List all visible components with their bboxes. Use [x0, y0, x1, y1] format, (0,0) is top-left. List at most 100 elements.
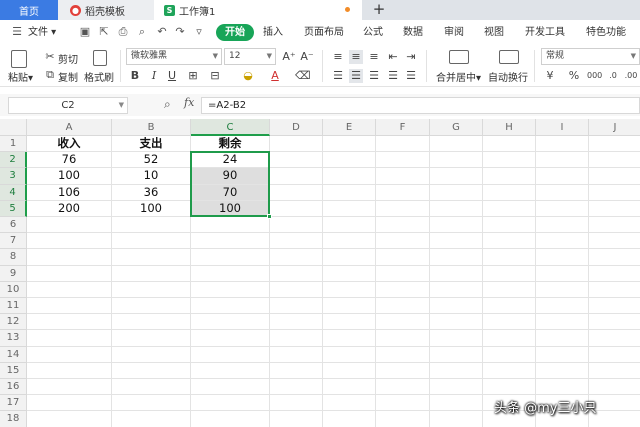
row-header-2[interactable]: 2	[0, 152, 27, 169]
row-header-15[interactable]: 15	[0, 362, 27, 379]
cell-a13[interactable]	[27, 330, 112, 347]
cell-e14[interactable]	[323, 346, 376, 363]
cell-j11[interactable]	[589, 298, 640, 315]
currency-icon[interactable]: ¥	[543, 69, 557, 83]
cell-g3[interactable]	[430, 168, 483, 185]
insert-function-button[interactable]: fx	[184, 96, 194, 109]
cell-b4[interactable]: 36	[112, 184, 191, 201]
cell-i7[interactable]	[536, 233, 589, 250]
cell-d2[interactable]	[270, 152, 323, 169]
clear-format-icon[interactable]: ⌫	[295, 69, 311, 83]
row-header-12[interactable]: 12	[0, 314, 27, 331]
cell-h8[interactable]	[483, 249, 536, 266]
undo-icon[interactable]: ↶	[155, 25, 169, 39]
wrap-text-icon[interactable]	[499, 50, 519, 64]
cell-i11[interactable]	[536, 298, 589, 315]
tab-home[interactable]: 首页	[0, 0, 58, 20]
justify-icon[interactable]: ☰	[386, 69, 400, 83]
menu-start[interactable]: 开始	[216, 24, 254, 41]
redo-icon[interactable]: ↷	[173, 25, 187, 39]
font-color-icon[interactable]: A	[268, 69, 282, 83]
cell-f8[interactable]	[376, 249, 430, 266]
cell-f18[interactable]	[376, 411, 430, 427]
cell-f10[interactable]	[376, 281, 430, 298]
cell-a10[interactable]	[27, 281, 112, 298]
cell-d10[interactable]	[270, 281, 323, 298]
cell-b16[interactable]	[112, 379, 191, 396]
column-header-b[interactable]: B	[112, 119, 191, 136]
fill-color-icon[interactable]: ◒	[241, 69, 255, 83]
row-header-4[interactable]: 4	[0, 184, 27, 201]
cell-j9[interactable]	[589, 266, 640, 282]
cell-b8[interactable]	[112, 249, 191, 266]
cell-j3[interactable]	[589, 168, 640, 185]
cell-i16[interactable]	[536, 379, 589, 396]
column-header-j[interactable]: J	[589, 119, 640, 136]
cell-g14[interactable]	[430, 346, 483, 363]
borders-icon[interactable]: ⊞	[186, 69, 200, 83]
cell-a1[interactable]: 收入	[27, 136, 112, 153]
cell-d8[interactable]	[270, 249, 323, 266]
cell-f14[interactable]	[376, 346, 430, 363]
cell-d6[interactable]	[270, 217, 323, 234]
cell-i3[interactable]	[536, 168, 589, 185]
cell-f17[interactable]	[376, 395, 430, 412]
export-icon[interactable]: ⇱	[97, 25, 111, 39]
cell-e17[interactable]	[323, 395, 376, 412]
cell-d14[interactable]	[270, 346, 323, 363]
cell-c1[interactable]: 剩余	[191, 136, 270, 153]
cell-g11[interactable]	[430, 298, 483, 315]
row-header-16[interactable]: 16	[0, 379, 27, 396]
cell-e3[interactable]	[323, 168, 376, 185]
menu-insert[interactable]: 插入	[263, 24, 283, 41]
cell-f9[interactable]	[376, 265, 430, 282]
cell-c15[interactable]	[191, 362, 270, 379]
cell-a11[interactable]	[27, 298, 112, 315]
cell-i15[interactable]	[536, 362, 589, 379]
cell-b10[interactable]	[112, 281, 191, 298]
cell-f16[interactable]	[376, 379, 430, 396]
cell-i14[interactable]	[536, 346, 589, 363]
cell-e15[interactable]	[323, 362, 376, 379]
cell-b11[interactable]	[112, 298, 191, 315]
cell-c4[interactable]: 70	[191, 184, 270, 201]
cell-g16[interactable]	[430, 379, 483, 396]
cell-g13[interactable]	[430, 330, 483, 347]
align-center-icon[interactable]: ☰	[349, 69, 363, 83]
cell-e10[interactable]	[323, 281, 376, 298]
cell-a7[interactable]	[27, 233, 112, 250]
percent-icon[interactable]: %	[567, 69, 581, 83]
cell-e13[interactable]	[323, 330, 376, 347]
cell-e1[interactable]	[323, 136, 376, 153]
cell-c8[interactable]	[191, 249, 270, 266]
cell-h16[interactable]	[483, 379, 536, 396]
cell-e8[interactable]	[323, 249, 376, 266]
cell-j6[interactable]	[589, 217, 640, 234]
cell-f13[interactable]	[376, 330, 430, 347]
merge-center-button[interactable]: 合并居中▾	[436, 69, 481, 84]
cell-e11[interactable]	[323, 298, 376, 315]
menu-page-layout[interactable]: 页面布局	[304, 24, 344, 41]
align-top-icon[interactable]: ≡	[331, 50, 345, 64]
column-header-h[interactable]: H	[483, 119, 536, 136]
row-header-8[interactable]: 8	[0, 249, 27, 266]
menu-view[interactable]: 视图	[484, 24, 504, 41]
cell-d4[interactable]	[270, 184, 323, 201]
cell-i12[interactable]	[536, 314, 589, 331]
cell-h2[interactable]	[483, 152, 536, 169]
cell-d17[interactable]	[270, 395, 323, 412]
cell-b13[interactable]	[112, 330, 191, 347]
indent-increase-icon[interactable]: ⇥	[404, 50, 418, 64]
cut-icon[interactable]: ✂	[43, 50, 57, 64]
hamburger-menu-icon[interactable]: ☰	[10, 25, 24, 39]
align-middle-icon[interactable]: ≡	[349, 50, 363, 64]
cell-a15[interactable]	[27, 362, 112, 379]
cell-e7[interactable]	[323, 233, 376, 250]
print-icon[interactable]: ⎙	[116, 25, 130, 39]
distributed-icon[interactable]: ☰	[404, 69, 418, 83]
align-bottom-icon[interactable]: ≡	[367, 50, 381, 64]
cell-d18[interactable]	[270, 411, 323, 427]
cell-g18[interactable]	[430, 411, 483, 427]
increase-font-icon[interactable]: A⁺	[282, 50, 296, 64]
cell-j13[interactable]	[589, 330, 640, 347]
